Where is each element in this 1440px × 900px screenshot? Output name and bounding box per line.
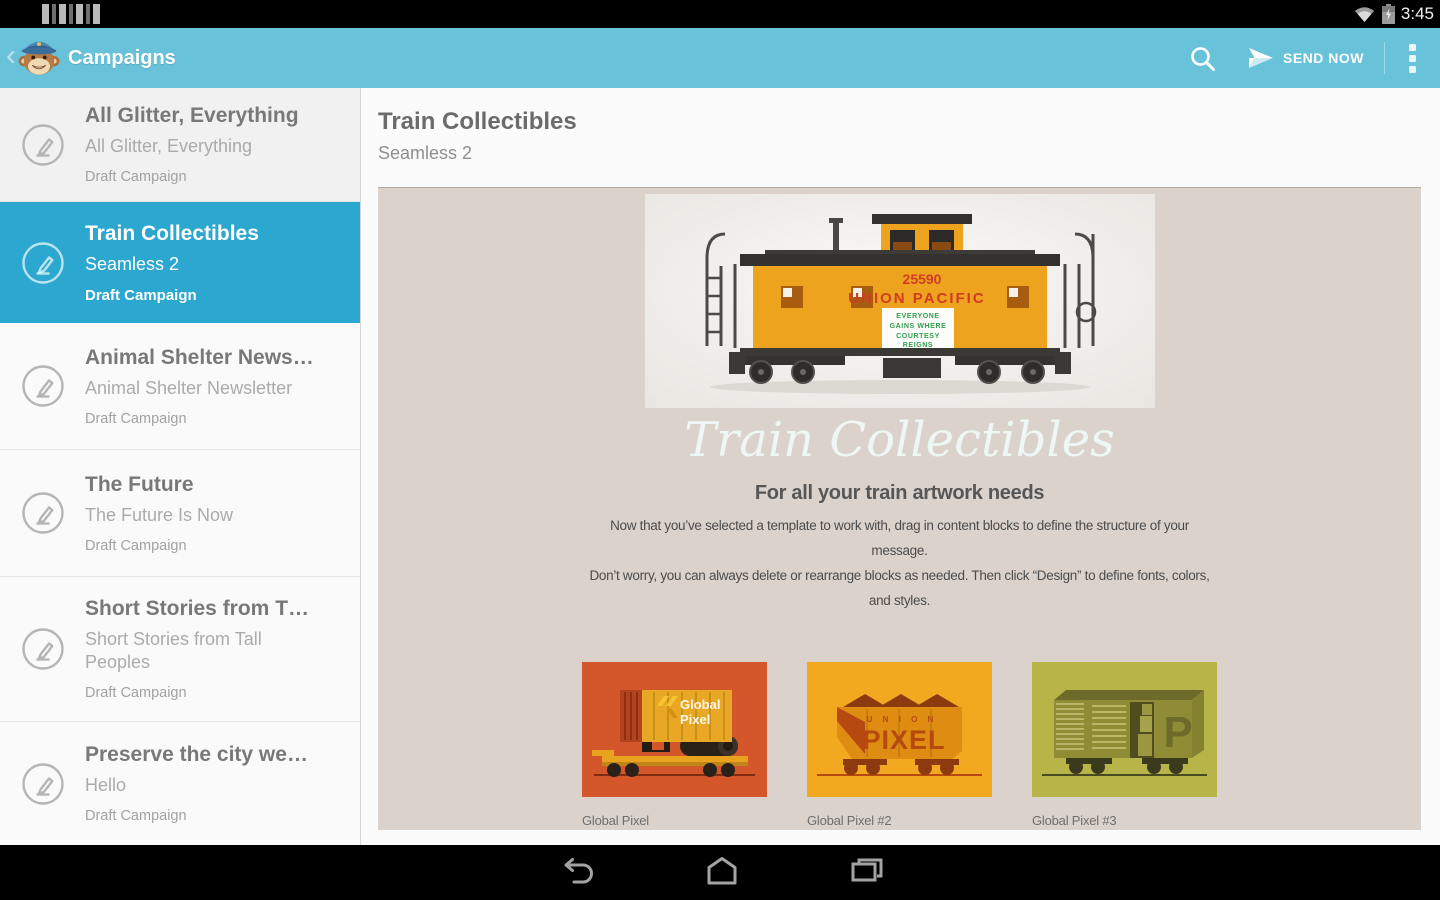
campaign-detail-panel: Train Collectibles Seamless 2 25590 UNIO…	[361, 88, 1440, 845]
search-button[interactable]	[1171, 28, 1234, 88]
campaign-status: Draft Campaign	[85, 808, 187, 824]
campaign-subtitle: The Future Is Now	[85, 504, 234, 525]
campaign-subtitle: Short Stories from Tall Peoples	[85, 629, 262, 672]
notification-bars-icon	[42, 4, 100, 24]
campaign-status: Draft Campaign	[85, 537, 187, 554]
app-screen: 3:45 ‹ Campaigns SEND NOW All Glitter, E…	[0, 0, 1440, 900]
image-block-boxcar[interactable]: P	[1032, 662, 1217, 797]
image-block-hopper[interactable]: U N I O N PIXEL	[807, 662, 992, 797]
block2-label-small: U N I O N	[867, 715, 938, 724]
sign-line: REIGNS	[902, 342, 932, 349]
caboose-number: 25590	[902, 271, 941, 287]
campaign-list-item[interactable]: Animal Shelter News… Animal Shelter News…	[0, 323, 360, 450]
block3-label-big: P	[1163, 708, 1192, 757]
sign-line: EVERYONE	[896, 313, 939, 320]
recents-icon[interactable]	[849, 854, 885, 890]
block1-logo-text: Pixel	[680, 712, 710, 727]
mailchimp-freddie-logo[interactable]	[18, 37, 60, 79]
back-chevron[interactable]: ‹	[0, 28, 18, 88]
hero-photo: 25590 UNION PACIFIC EVERYONE GAINS WHERE…	[644, 194, 1155, 408]
image-caption: Global Pixel	[582, 813, 649, 828]
campaign-subtitle: Seamless 2	[85, 253, 180, 274]
draft-pencil-icon	[21, 365, 64, 407]
campaign-list-item[interactable]: The Future The Future Is Now Draft Campa…	[0, 450, 360, 577]
campaign-status: Draft Campaign	[85, 169, 187, 185]
draft-pencil-icon	[21, 762, 64, 805]
android-nav-bar	[0, 845, 1440, 900]
send-now-button[interactable]: SEND NOW	[1234, 28, 1384, 88]
image-caption-row: Global Pixel Global Pixel #2 Global Pixe…	[378, 813, 1421, 828]
body-paragraph: Now that you’ve selected a template to w…	[610, 518, 1189, 558]
caboose-brand: UNION PACIFIC	[848, 290, 985, 307]
image-caption: Global Pixel #2	[807, 813, 892, 828]
campaign-title: Animal Shelter News…	[85, 345, 314, 369]
campaign-list-item[interactable]: Preserve the city we… Hello Draft Campai…	[0, 722, 360, 845]
campaign-subtitle: Hello	[85, 775, 127, 795]
email-preview[interactable]: 25590 UNION PACIFIC EVERYONE GAINS WHERE…	[378, 187, 1421, 830]
block1-logo-text: Global	[680, 697, 720, 712]
back-icon[interactable]	[559, 854, 595, 890]
email-subheading: For all your train artwork needs	[754, 482, 1045, 504]
block2-label-big: PIXEL	[862, 725, 945, 755]
campaign-title: Short Stories from T…	[85, 597, 310, 620]
image-block-row: Global Pixel U N I O N PIXEL P	[378, 662, 1421, 797]
body-paragraph: Don’t worry, you can always delete or re…	[589, 568, 1210, 608]
campaign-title: Train Collectibles	[85, 221, 259, 245]
detail-title: Train Collectibles	[378, 108, 577, 135]
draft-pencil-icon	[21, 628, 64, 670]
campaign-list-item[interactable]: Short Stories from T… Short Stories from…	[0, 577, 360, 722]
campaign-status: Draft Campaign	[85, 286, 197, 304]
search-icon	[1191, 46, 1215, 71]
status-bar: 3:45	[0, 0, 1440, 28]
caboose-photo-illustration: 25590 UNION PACIFIC EVERYONE GAINS WHERE…	[644, 194, 1155, 408]
battery-charging-icon	[1381, 4, 1395, 24]
sign-line: GAINS WHERE	[889, 323, 946, 330]
campaign-subtitle: Animal Shelter Newsletter	[85, 377, 293, 398]
overflow-menu-button[interactable]	[1385, 28, 1440, 88]
campaign-list-item-selected[interactable]: Train Collectibles Seamless 2 Draft Camp…	[0, 202, 360, 323]
wifi-icon	[1354, 6, 1374, 22]
image-block-flatcar[interactable]: Global Pixel	[582, 662, 767, 797]
campaign-list: All Glitter, Everything All Glitter, Eve…	[0, 88, 361, 845]
campaign-title: The Future	[85, 472, 194, 496]
campaign-title: Preserve the city we…	[85, 743, 308, 766]
campaign-title: All Glitter, Everything	[85, 104, 299, 127]
email-hero-title: Train Collectibles	[684, 412, 1115, 468]
page-title: Campaigns	[68, 46, 176, 69]
action-bar: ‹ Campaigns SEND NOW	[0, 28, 1440, 88]
detail-subtitle: Seamless 2	[378, 143, 473, 163]
home-icon[interactable]	[704, 854, 740, 890]
campaign-list-item[interactable]: All Glitter, Everything All Glitter, Eve…	[0, 88, 360, 202]
draft-pencil-icon	[21, 123, 64, 166]
draft-pencil-icon	[21, 492, 64, 534]
image-caption: Global Pixel #3	[1032, 813, 1117, 828]
sign-line: COURTESY	[896, 333, 940, 340]
campaign-subtitle: All Glitter, Everything	[85, 136, 253, 156]
campaign-status: Draft Campaign	[85, 685, 187, 701]
campaign-status: Draft Campaign	[85, 410, 187, 427]
send-plane-icon	[1249, 48, 1273, 68]
clock: 3:45	[1400, 4, 1434, 23]
email-body-text: Now that you’ve selected a template to w…	[584, 513, 1216, 613]
send-now-label: SEND NOW	[1283, 50, 1364, 66]
draft-pencil-icon	[21, 241, 64, 284]
